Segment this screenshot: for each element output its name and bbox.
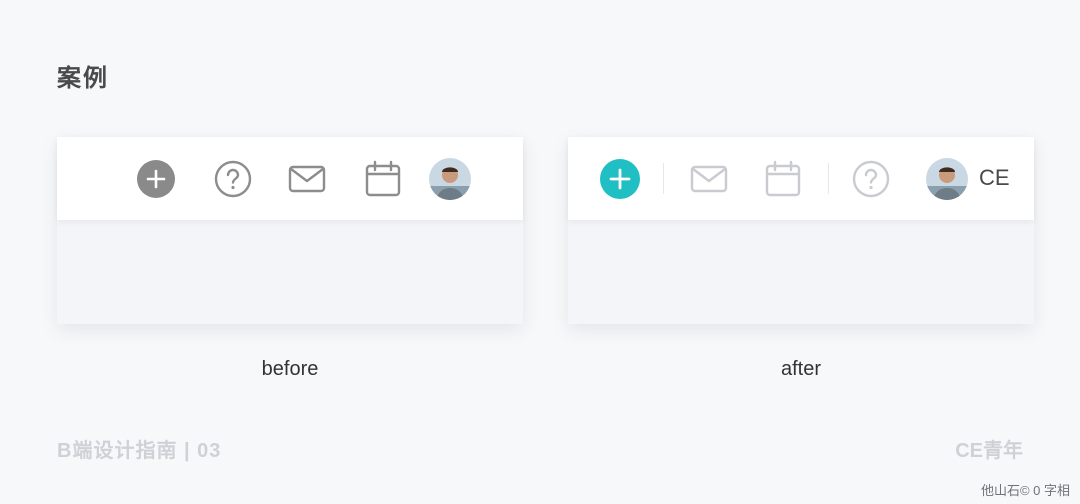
add-circle-icon[interactable] [136,159,176,199]
toolbar-divider [663,163,664,194]
calendar-icon[interactable] [363,159,403,199]
calendar-icon[interactable] [763,159,803,199]
page-title: 案例 [57,65,109,92]
help-circle-icon[interactable] [851,159,891,199]
before-example-card [57,137,523,324]
toolbar-divider [828,163,829,194]
footer-brand: CE青年 [955,440,1023,462]
footer-series-title: B端设计指南 | 03 [57,440,222,462]
add-circle-icon[interactable] [600,159,640,199]
after-caption: after [780,358,822,380]
before-toolbar [57,137,523,220]
mail-icon[interactable] [689,159,729,199]
avatar[interactable] [429,158,471,200]
watermark: 他山石© 0 字相 [980,483,1070,498]
avatar[interactable] [926,158,968,200]
mail-icon[interactable] [287,159,327,199]
help-circle-icon[interactable] [213,159,253,199]
after-toolbar: CE [568,137,1034,220]
before-caption: before [261,358,319,380]
after-example-card: CE [568,137,1034,324]
user-initials[interactable]: CE [979,165,1010,191]
